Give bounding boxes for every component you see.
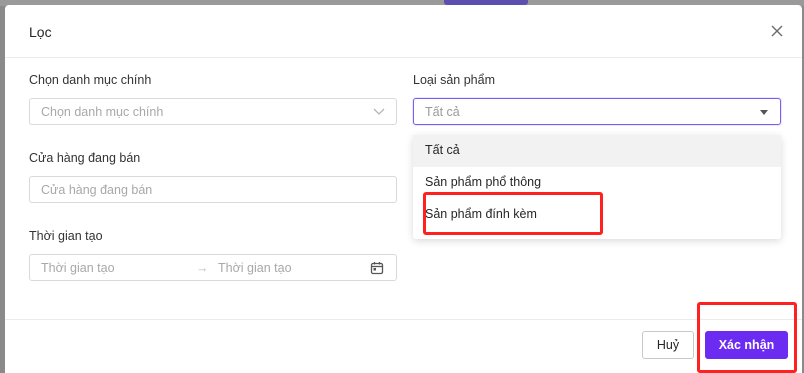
product-type-select[interactable]: Tất cả — [413, 98, 781, 125]
confirm-button[interactable]: Xác nhận — [705, 331, 788, 359]
range-arrow: → — [196, 261, 209, 275]
product-type-value: Tất cả — [425, 105, 460, 119]
dialog-title: Lọc — [29, 24, 52, 40]
cancel-button[interactable]: Huỷ — [642, 331, 694, 359]
close-icon[interactable] — [769, 23, 785, 39]
filter-dialog: Lọc Chọn danh mục chính Chọn danh mục ch… — [5, 5, 802, 373]
main-category-label: Chọn danh mục chính — [29, 73, 152, 87]
main-category-select[interactable]: Chọn danh mục chính — [29, 98, 397, 125]
header-divider — [5, 57, 802, 58]
option-label: Tất cả — [425, 143, 460, 157]
store-input[interactable]: Cửa hàng đang bán — [29, 176, 397, 203]
end-date-input[interactable]: Thời gian tạo — [218, 261, 292, 275]
option-label: Sản phẩm phổ thông — [425, 175, 542, 189]
created-time-range[interactable]: Thời gian tạo → Thời gian tạo — [29, 254, 397, 281]
calendar-icon[interactable] — [370, 261, 384, 275]
store-placeholder: Cửa hàng đang bán — [41, 183, 153, 197]
option-all[interactable]: Tất cả — [413, 135, 781, 167]
chevron-down-icon — [373, 108, 385, 115]
product-type-dropdown: Tất cả Sản phẩm phổ thông Sản phẩm đính … — [413, 135, 781, 239]
caret-down-icon — [760, 110, 768, 115]
store-label: Cửa hàng đang bán — [29, 151, 141, 165]
main-category-placeholder: Chọn danh mục chính — [41, 105, 164, 119]
option-attached-product[interactable]: Sản phẩm đính kèm — [413, 199, 781, 231]
footer-divider — [5, 319, 802, 320]
option-label: Sản phẩm đính kèm — [425, 207, 537, 221]
start-date-input[interactable]: Thời gian tạo — [41, 261, 115, 275]
created-time-label: Thời gian tạo — [29, 229, 103, 243]
product-type-label: Loại sản phẩm — [413, 73, 496, 87]
option-standard-product[interactable]: Sản phẩm phổ thông — [413, 167, 781, 199]
